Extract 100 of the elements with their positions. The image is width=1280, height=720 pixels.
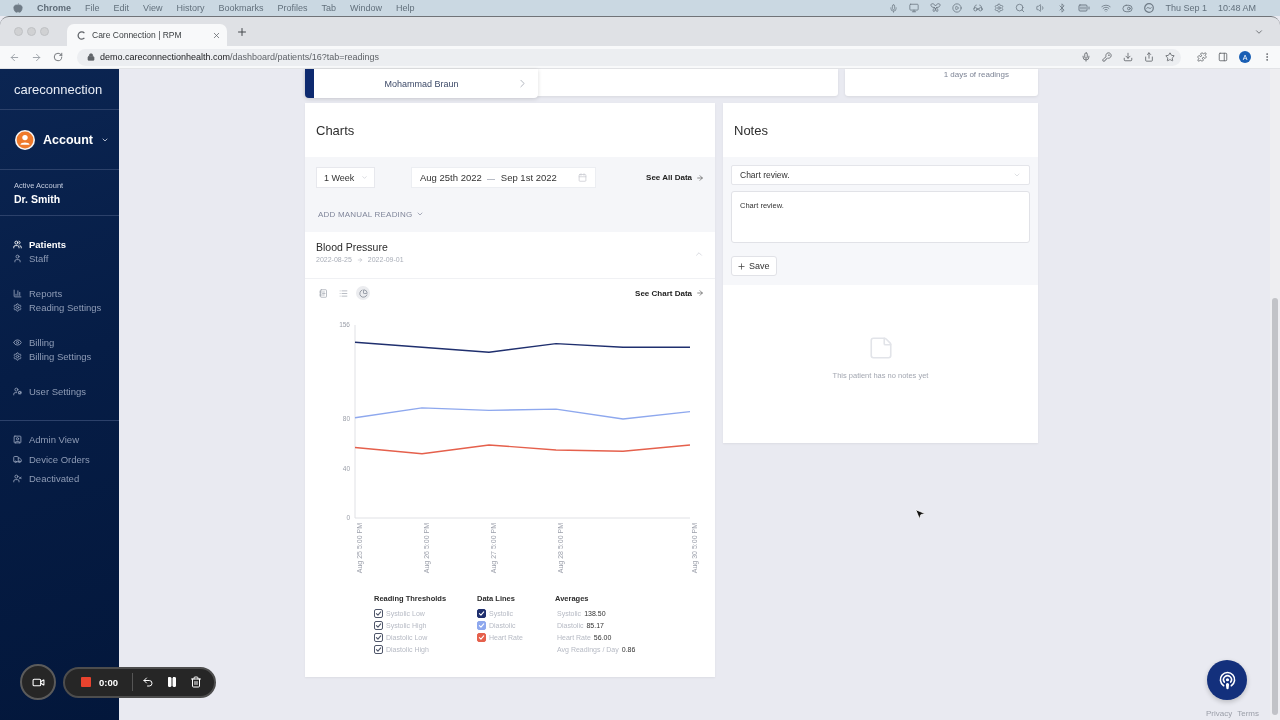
- menu-item[interactable]: Help: [396, 3, 415, 13]
- checkbox[interactable]: [374, 608, 383, 618]
- play-circle-icon[interactable]: [952, 3, 963, 13]
- card-title: Notes: [734, 122, 768, 138]
- calendar-icon: [578, 173, 587, 182]
- close-icon[interactable]: [212, 30, 221, 40]
- save-button[interactable]: Save: [731, 256, 777, 276]
- recording-timer: 0:00: [99, 676, 119, 688]
- menu-item[interactable]: Edit: [113, 3, 130, 13]
- apple-icon: [13, 3, 23, 13]
- pie-chart-icon: [358, 288, 368, 298]
- logo-text: careconnection: [14, 81, 103, 97]
- card-title: Charts: [316, 122, 355, 138]
- menu-item[interactable]: Tab: [321, 3, 336, 13]
- browser-tab[interactable]: Care Connection | RPM: [67, 24, 227, 46]
- arrow-right-icon: [696, 173, 704, 182]
- checkbox[interactable]: [477, 608, 486, 618]
- truck-icon: [13, 454, 22, 464]
- chevron-down-icon: [1013, 171, 1021, 179]
- see-chart-data-link[interactable]: See Chart Data: [635, 288, 704, 298]
- undo-icon[interactable]: [142, 676, 154, 688]
- share-icon[interactable]: [1144, 52, 1154, 62]
- toggle-icon[interactable]: [1122, 2, 1134, 14]
- nav-item[interactable]: Admin View: [0, 430, 119, 450]
- puzzle-icon[interactable]: [1197, 52, 1207, 62]
- account-menu-button[interactable]: Account: [15, 129, 109, 150]
- menu-item[interactable]: View: [143, 3, 163, 13]
- download-icon[interactable]: [1123, 52, 1133, 62]
- key-icon[interactable]: [1102, 52, 1112, 62]
- arc-icon: [77, 30, 86, 40]
- nav-item[interactable]: User Settings: [0, 384, 119, 398]
- notebook-icon: [318, 288, 328, 298]
- eye-icon: [13, 337, 22, 347]
- nav-item[interactable]: Reading Settings: [0, 300, 119, 314]
- orb-icon[interactable]: [1144, 3, 1155, 13]
- settings-icon: [13, 351, 22, 361]
- pause-icon[interactable]: [166, 676, 178, 688]
- monitor-icon[interactable]: [909, 3, 920, 13]
- chevron-down-icon: [416, 210, 425, 218]
- active-account-name: Dr. Smith: [14, 192, 62, 205]
- menu-item[interactable]: Bookmarks: [218, 3, 264, 13]
- mic-icon[interactable]: [889, 3, 899, 13]
- settings-icon[interactable]: [994, 3, 1005, 13]
- checkbox[interactable]: [477, 632, 486, 642]
- settings-icon: [13, 302, 22, 312]
- butterfly-icon[interactable]: [930, 3, 942, 13]
- reload-icon[interactable]: [53, 52, 63, 62]
- trash-icon[interactable]: [190, 676, 202, 688]
- nav-item[interactable]: Billing Settings: [0, 349, 119, 363]
- glasses-icon[interactable]: [973, 3, 984, 13]
- view-mode-button[interactable]: [316, 286, 330, 300]
- forward-icon[interactable]: [31, 51, 42, 63]
- stop-icon[interactable]: [81, 677, 91, 687]
- checkbox[interactable]: [477, 620, 486, 630]
- battery-icon[interactable]: [1078, 2, 1091, 14]
- nav-item[interactable]: Patients: [0, 237, 119, 251]
- avatar-icon: [15, 129, 35, 150]
- menu-bar-date[interactable]: Thu Sep 1: [1165, 3, 1207, 13]
- chevron-down-icon: [361, 174, 368, 181]
- section-title: Blood Pressure: [316, 241, 389, 253]
- scrollbar[interactable]: [1270, 69, 1280, 720]
- nav-item[interactable]: Deactivated: [0, 469, 119, 489]
- broadcast-button[interactable]: [1207, 660, 1247, 700]
- nav-item[interactable]: Staff: [0, 251, 119, 265]
- menu-item[interactable]: Window: [349, 3, 382, 13]
- menu-bar-time[interactable]: 10:48 AM: [1217, 3, 1256, 13]
- star-icon[interactable]: [1165, 52, 1175, 62]
- scrollbar-thumb[interactable]: [1272, 298, 1278, 715]
- menu-item[interactable]: History: [176, 3, 205, 13]
- user-icon: [13, 253, 22, 263]
- note-template-select[interactable]: Chart review.: [731, 165, 1030, 185]
- search-icon[interactable]: [1015, 3, 1026, 13]
- add-manual-reading-button[interactable]: ADD MANUAL READING: [316, 209, 425, 219]
- wifi-icon[interactable]: [1101, 3, 1112, 13]
- checkbox[interactable]: [374, 620, 383, 630]
- nav-item[interactable]: Reports: [0, 286, 119, 300]
- checkbox[interactable]: [374, 644, 383, 654]
- side-panel-icon[interactable]: [1218, 52, 1228, 62]
- mic-icon[interactable]: [1081, 52, 1091, 62]
- bluetooth-icon[interactable]: [1057, 3, 1068, 13]
- nav-item[interactable]: Billing: [0, 335, 119, 349]
- nav-item[interactable]: Device Orders: [0, 449, 119, 469]
- user-x-icon: [13, 474, 22, 484]
- address-bar[interactable]: demo.careconnectionhealth.com/dashboard/patients/16?tab=readings: [77, 48, 1181, 66]
- arrow-right-icon: [356, 256, 363, 263]
- menu-app-name[interactable]: Chrome: [37, 3, 71, 13]
- new-tab-icon[interactable]: [236, 25, 248, 38]
- checkbox[interactable]: [374, 632, 383, 642]
- menu-item[interactable]: Profiles: [277, 3, 308, 13]
- view-mode-button[interactable]: [356, 286, 370, 300]
- broadcast-icon: [1217, 670, 1237, 690]
- see-all-data-link[interactable]: See All Data: [646, 173, 704, 182]
- range-select[interactable]: 1 Week: [316, 167, 375, 188]
- patient-tab[interactable]: Mohammad Braun: [305, 69, 538, 98]
- back-icon[interactable]: [9, 51, 20, 63]
- cursor-icon: [914, 508, 926, 520]
- speaker-icon[interactable]: [1036, 3, 1047, 13]
- menu-item[interactable]: File: [85, 3, 100, 13]
- list-icon: [338, 288, 348, 298]
- date-range-field[interactable]: Aug 25th 2022 Sep 1st 2022: [411, 167, 596, 188]
